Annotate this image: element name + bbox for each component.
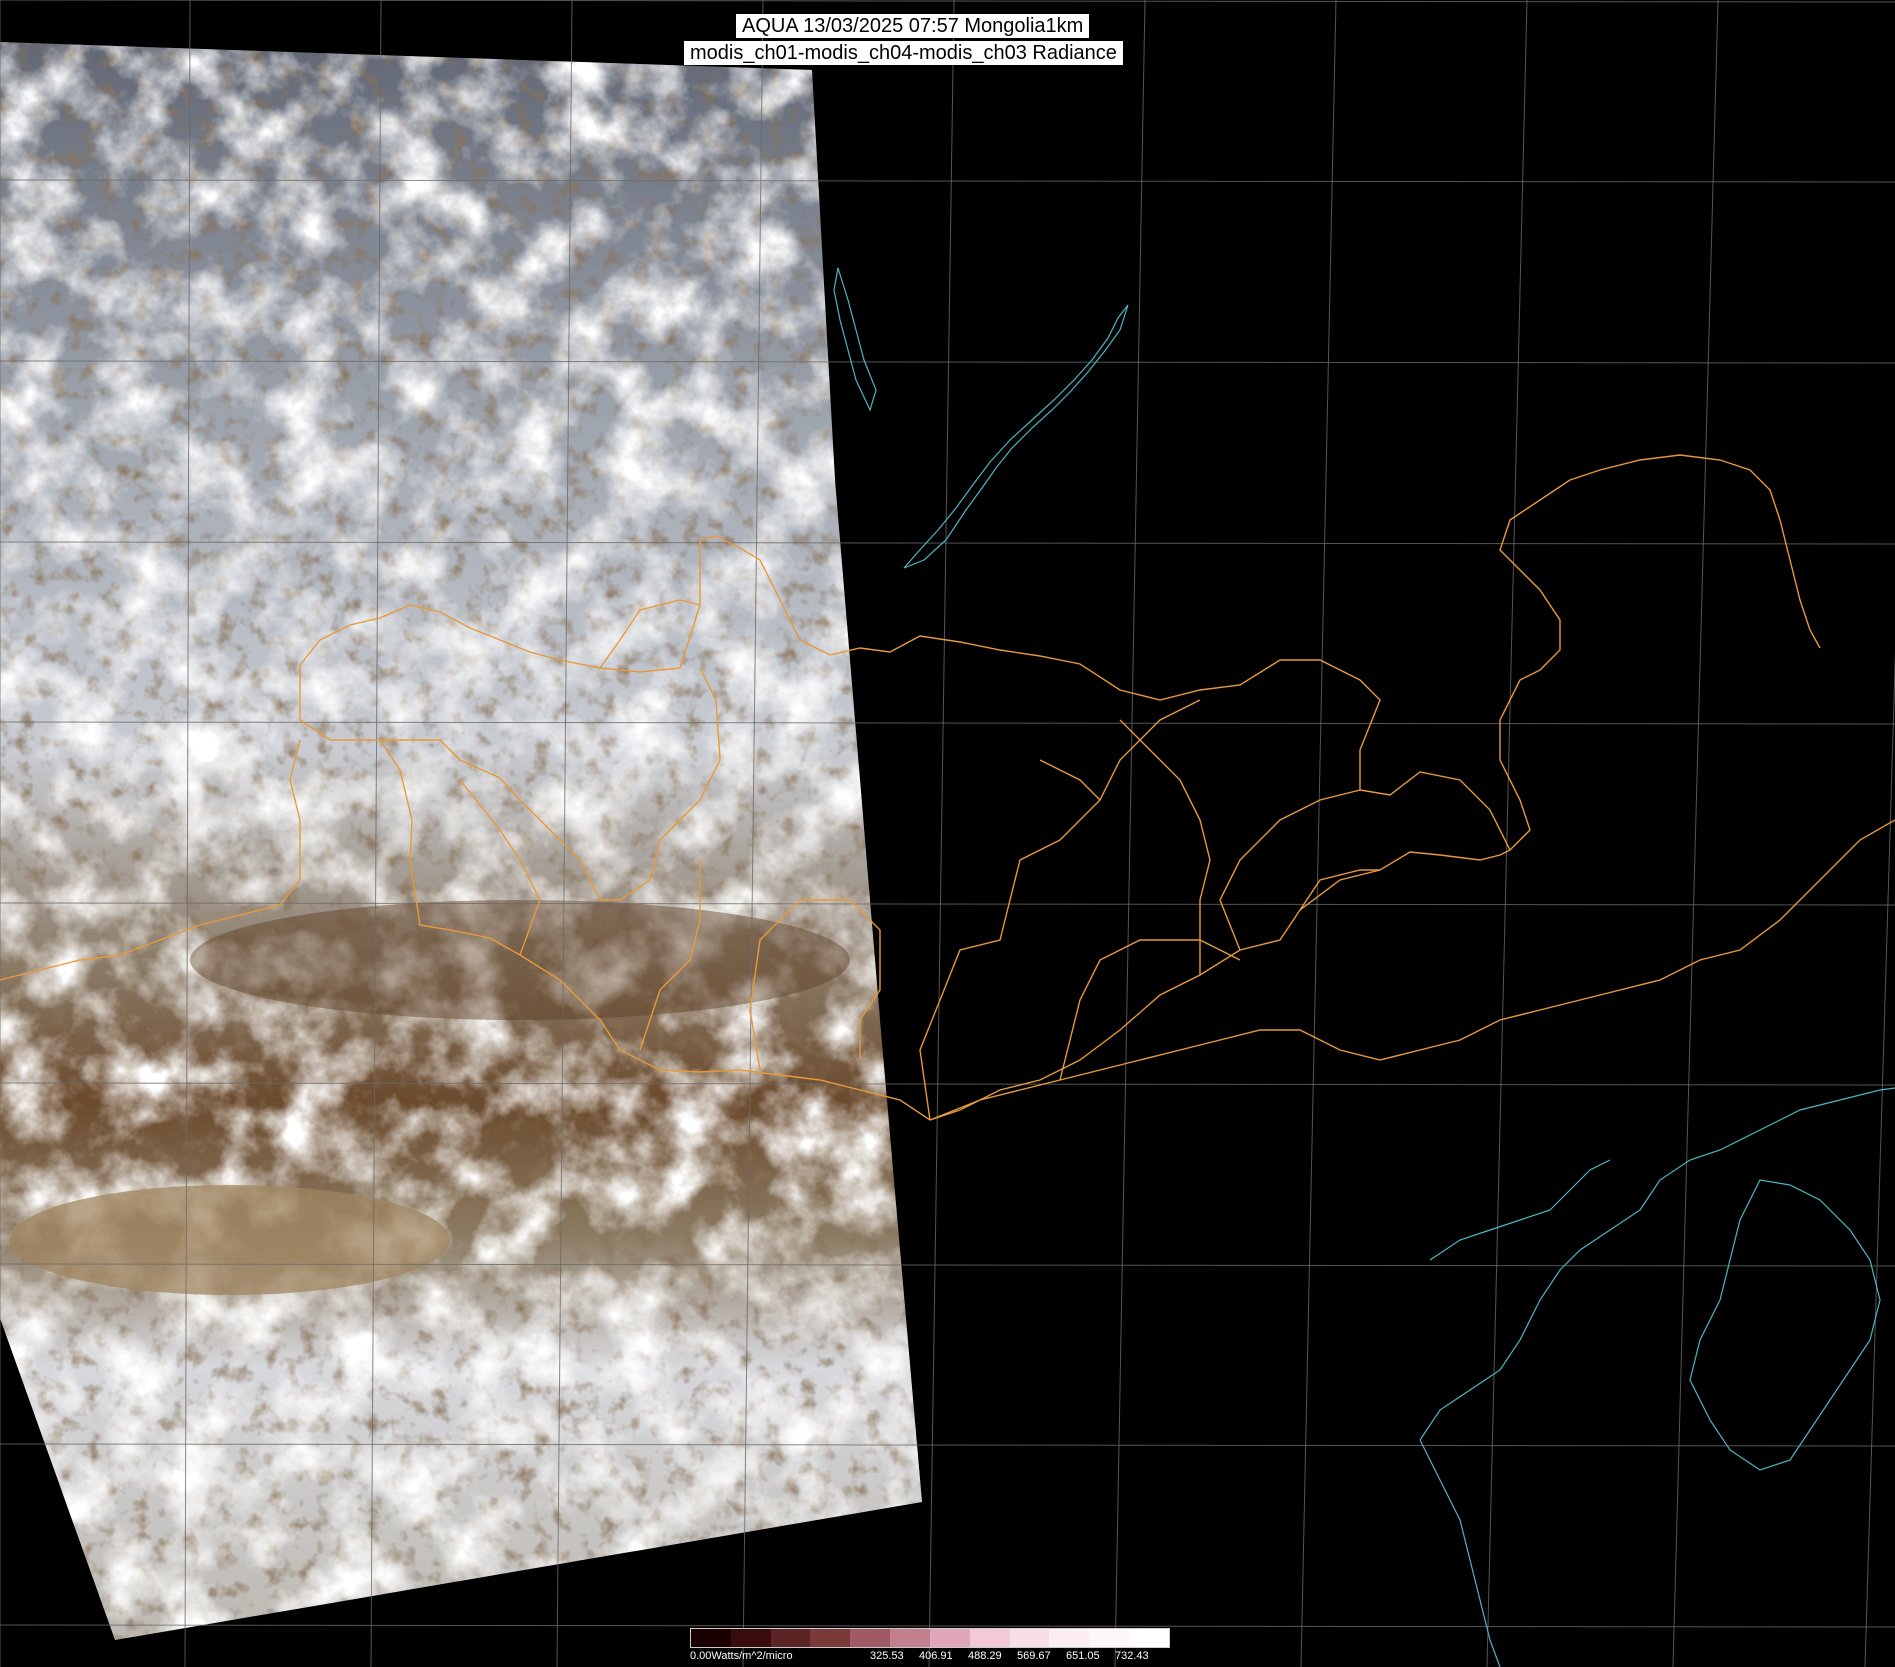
lake-khovsgol (833, 267, 877, 412)
desert-basin (10, 1185, 450, 1295)
map-title-line-2: modis_ch01-modis_ch04-modis_ch03 Radianc… (684, 41, 1123, 65)
graticule-meridian (1300, 0, 1337, 1667)
graticule-meridian (1486, 0, 1528, 1667)
graticule-parallel (0, 1624, 1895, 1628)
colorbar-segment-7 (929, 1629, 970, 1647)
colorbar-segment-2 (730, 1629, 771, 1647)
colorbar-segment-9 (1009, 1629, 1050, 1647)
colorbar-tick-4: 569.67 (1017, 1650, 1051, 1662)
satellite-swath (0, 42, 922, 1640)
eastern-china-coast (1419, 1439, 1501, 1667)
colorbar-segment-11 (1089, 1629, 1130, 1647)
map-title-line-1: AQUA 13/03/2025 07:57 Mongolia1km (736, 14, 1090, 38)
korean-peninsula (1689, 1179, 1881, 1471)
yellow-sea-coast (1419, 1087, 1895, 1441)
colorbar-unit-label: 0.00Watts/m^2/micro (690, 1650, 793, 1662)
colorbar-strip (690, 1628, 1170, 1648)
coastlines (833, 267, 1895, 1667)
colorbar-tick-5: 651.05 (1066, 1650, 1100, 1662)
colorbar-tick-3: 488.29 (968, 1650, 1002, 1662)
satellite-map (0, 0, 1895, 1667)
colorbar-segment-6 (890, 1629, 930, 1647)
colorbar-segment-4 (810, 1629, 851, 1647)
colorbar-segment-8 (969, 1629, 1010, 1647)
colorbar-labels: 0.00Watts/m^2/micro 325.53 406.91 488.29… (690, 1650, 1170, 1664)
colorbar-segment-5 (850, 1629, 891, 1647)
colorbar-tick-6: 732.43 (1115, 1650, 1149, 1662)
graticule-meridian (1672, 0, 1719, 1667)
colorbar-segment-1 (691, 1629, 731, 1647)
china-border-south (929, 819, 1895, 1121)
colorbar-tick-1: 325.53 (870, 1650, 904, 1662)
colorbar-segment-3 (770, 1629, 811, 1647)
colorbar-legend: 0.00Watts/m^2/micro 325.53 406.91 488.29… (690, 1628, 1170, 1664)
graticule-meridian (928, 0, 955, 1667)
colorbar-tick-2: 406.91 (919, 1650, 953, 1662)
graticule-parallel (0, 0, 1895, 3)
bohai-coast (1429, 1159, 1611, 1261)
lake-baikal (903, 304, 1129, 569)
graticule-meridian (1864, 650, 1895, 1667)
colorbar-segment-12 (1129, 1629, 1169, 1647)
colorbar-segment-10 (1049, 1629, 1090, 1647)
china-border-east (1499, 454, 1821, 851)
graticule-meridian (1114, 0, 1146, 1667)
